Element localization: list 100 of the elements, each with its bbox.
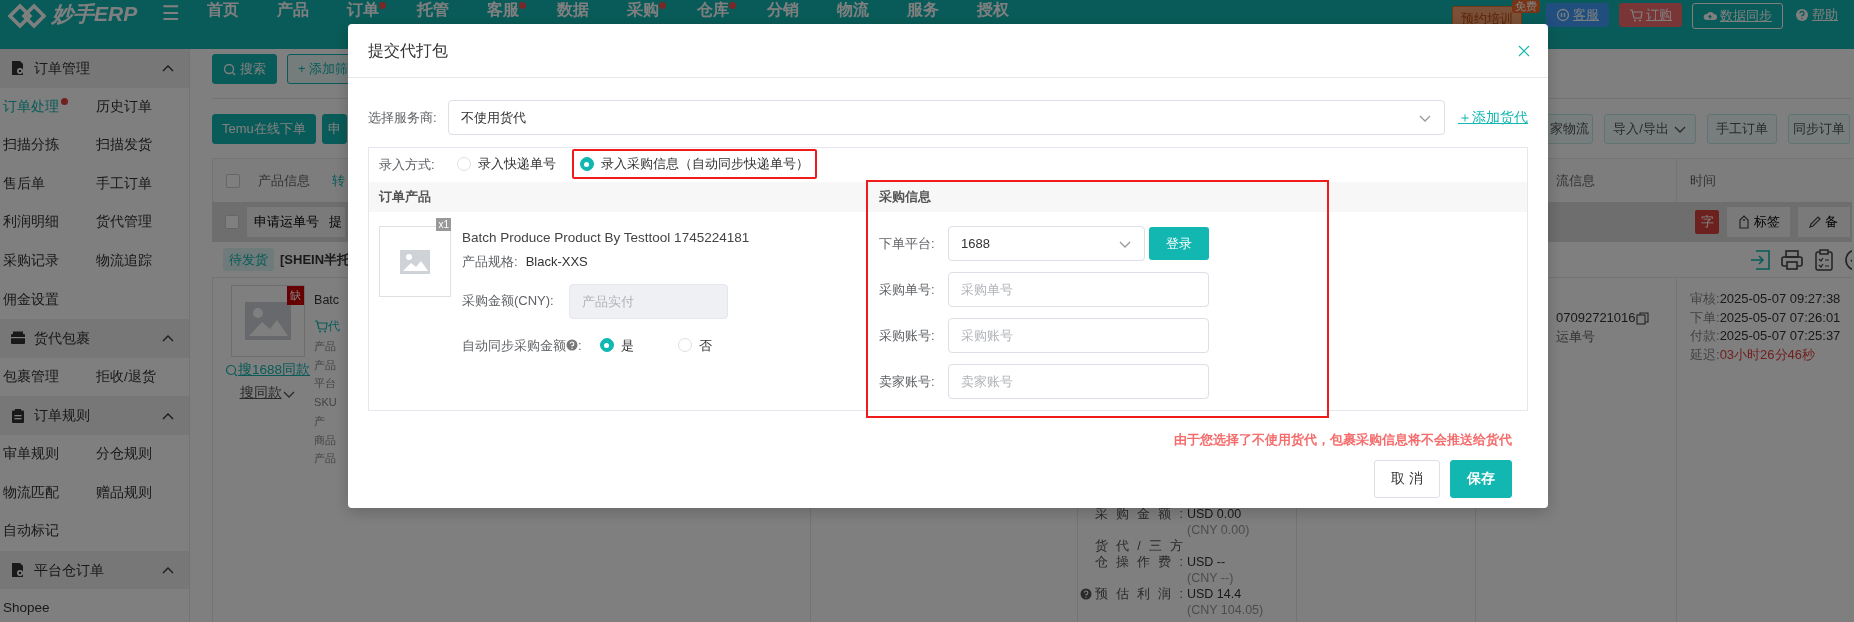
time-label: 下单: [1690, 309, 1720, 325]
action-button[interactable]: 同步订单 [1788, 114, 1850, 144]
nav-link[interactable]: 产品 [277, 0, 309, 18]
action-button[interactable]: 申 [321, 114, 347, 144]
tag-icon [1737, 215, 1751, 229]
header-button[interactable]: 数据同步 [1692, 3, 1783, 29]
platform-select[interactable]: 1688 [948, 226, 1145, 261]
sidebar-item[interactable]: 订单处理 [3, 87, 96, 127]
sidebar-item[interactable]: Shopee [3, 589, 96, 622]
nav-link[interactable]: 服务 [907, 0, 939, 18]
nav-link[interactable]: 首页 [207, 0, 239, 18]
clipboard-icon [10, 407, 26, 424]
action-button[interactable]: 手工订单 [1707, 114, 1777, 144]
sidebar-item[interactable]: 手工订单 [96, 164, 189, 204]
radio-option[interactable]: 是 [591, 330, 642, 360]
cost-value: USD -- [1187, 554, 1226, 570]
nav-link[interactable]: 仓库 [697, 0, 729, 18]
product-name: Batch Produce Product By Testtool 1745224181 [462, 229, 750, 247]
nav-link[interactable]: 物流 [837, 0, 869, 18]
search-button[interactable]: 搜索 [212, 54, 277, 84]
nav-link[interactable]: 订单 [347, 0, 379, 18]
help-icon [1795, 8, 1809, 22]
save-button[interactable]: 保存 [1450, 459, 1512, 498]
printer-icon[interactable] [1780, 247, 1804, 272]
copy-icon[interactable] [1635, 311, 1649, 325]
sidebar-item[interactable]: 历史订单 [96, 87, 189, 127]
header-button[interactable]: 订购 [1619, 3, 1682, 27]
checkbox[interactable] [225, 215, 239, 229]
sidebar-item[interactable]: 利润明细 [3, 203, 96, 242]
sidebar-section-header[interactable]: 订单管理 [0, 49, 189, 88]
cost-value: USD 0.00 [1187, 506, 1242, 522]
section-title: 订单产品 [379, 188, 431, 207]
sidebar-item[interactable]: 采购记录 [3, 241, 96, 281]
radio-option[interactable]: 否 [669, 330, 720, 360]
dropdown-button[interactable]: 导入/导出 [1604, 114, 1696, 144]
nav-link[interactable]: 分销 [767, 0, 799, 18]
sidebar-section-header[interactable]: 货代包裹 [0, 319, 189, 358]
sidebar-item[interactable]: 佣金设置 [3, 280, 96, 320]
sidebar-section-header[interactable]: 订单规则 [0, 396, 189, 435]
cart-icon [314, 319, 329, 333]
section-title: 采购信息 [879, 188, 931, 207]
sidebar-item[interactable]: 物流追踪 [96, 241, 189, 281]
search-icon [223, 62, 236, 76]
sidebar-item[interactable]: 扫描发货 [96, 126, 189, 165]
help-icon[interactable] [566, 339, 578, 352]
checkbox[interactable] [226, 173, 240, 188]
notification-dot [379, 2, 386, 9]
field-label: 录入方式: [379, 156, 435, 175]
sidebar-item[interactable]: 赠品规则 [96, 473, 189, 513]
dialog-title: 提交代打包 [368, 40, 448, 61]
action-button[interactable]: Temu在线下单 [212, 114, 316, 144]
image-placeholder-icon [244, 302, 291, 340]
notification-dot [519, 2, 526, 9]
dropdown-link[interactable]: 搜同款 [239, 383, 296, 404]
search-link[interactable]: 搜1688同款 [225, 360, 311, 381]
sidebar-item[interactable]: 包裹管理 [3, 357, 96, 397]
nav-link[interactable]: 授权 [977, 0, 1009, 18]
radio-option[interactable]: 录入采购信息（自动同步快递单号） [571, 149, 817, 179]
tag-button[interactable]: 标签 [1727, 207, 1790, 237]
nav-link[interactable]: 客服 [487, 0, 519, 18]
batch-button[interactable]: 提 [326, 207, 345, 237]
sidebar-section-title: 订单规则 [34, 406, 90, 426]
cancel-button[interactable]: 取 消 [1374, 459, 1440, 498]
note-button[interactable]: 备 [1798, 207, 1850, 237]
help-icon[interactable] [1080, 588, 1092, 600]
sidebar-item[interactable]: 自动标记 [3, 512, 96, 551]
header-button[interactable]: 帮助 [1793, 3, 1848, 27]
mark-button[interactable]: 字 [1695, 210, 1719, 234]
login-button[interactable]: 登录 [1149, 227, 1209, 260]
nav-link[interactable]: 采购 [627, 0, 659, 18]
cart-icon [1629, 8, 1643, 22]
input-field[interactable]: 采购账号 [948, 318, 1209, 353]
sidebar-item[interactable]: 扫描分拣 [3, 126, 96, 165]
nav-link[interactable]: 托管 [417, 0, 449, 18]
close-icon[interactable] [1518, 44, 1530, 57]
provider-select[interactable]: 不使用货代 [448, 100, 1445, 135]
input-field[interactable]: 采购单号 [948, 272, 1209, 307]
radio-option[interactable]: 录入快递单号 [448, 149, 564, 179]
menu-icon[interactable]: ☰ [162, 2, 180, 24]
sidebar-item[interactable]: 审单规则 [3, 434, 96, 474]
header-button[interactable]: 客服 [1546, 3, 1609, 27]
search-icon [225, 363, 238, 377]
clipboard-check-icon[interactable] [1812, 247, 1836, 272]
sidebar-item[interactable]: 货代管理 [96, 203, 189, 242]
sidebar-item[interactable]: 售后单 [3, 164, 96, 204]
field-label: 自动同步采购金额 [462, 336, 566, 355]
sidebar-item[interactable]: 分仓规则 [96, 434, 189, 474]
input-field[interactable]: 卖家账号 [948, 364, 1209, 399]
status-tag: 待发货 [223, 247, 274, 272]
sidebar-item[interactable]: 物流匹配 [3, 473, 96, 513]
notification-dot [659, 2, 666, 9]
sidebar-section-header[interactable]: 平台仓订单 [0, 550, 189, 590]
sidebar-item[interactable]: 拒收/退货 [96, 357, 189, 397]
logo-text: 妙手ERP [52, 2, 138, 26]
notification-dot [61, 97, 68, 105]
agent-link[interactable]: 代 [314, 317, 341, 335]
batch-button[interactable]: 申请运单号 [247, 207, 326, 237]
add-agent-link[interactable]: ＋添加货代 [1458, 107, 1528, 128]
nav-link[interactable]: 数据 [557, 0, 589, 18]
free-badge: 免费 [1512, 0, 1540, 13]
